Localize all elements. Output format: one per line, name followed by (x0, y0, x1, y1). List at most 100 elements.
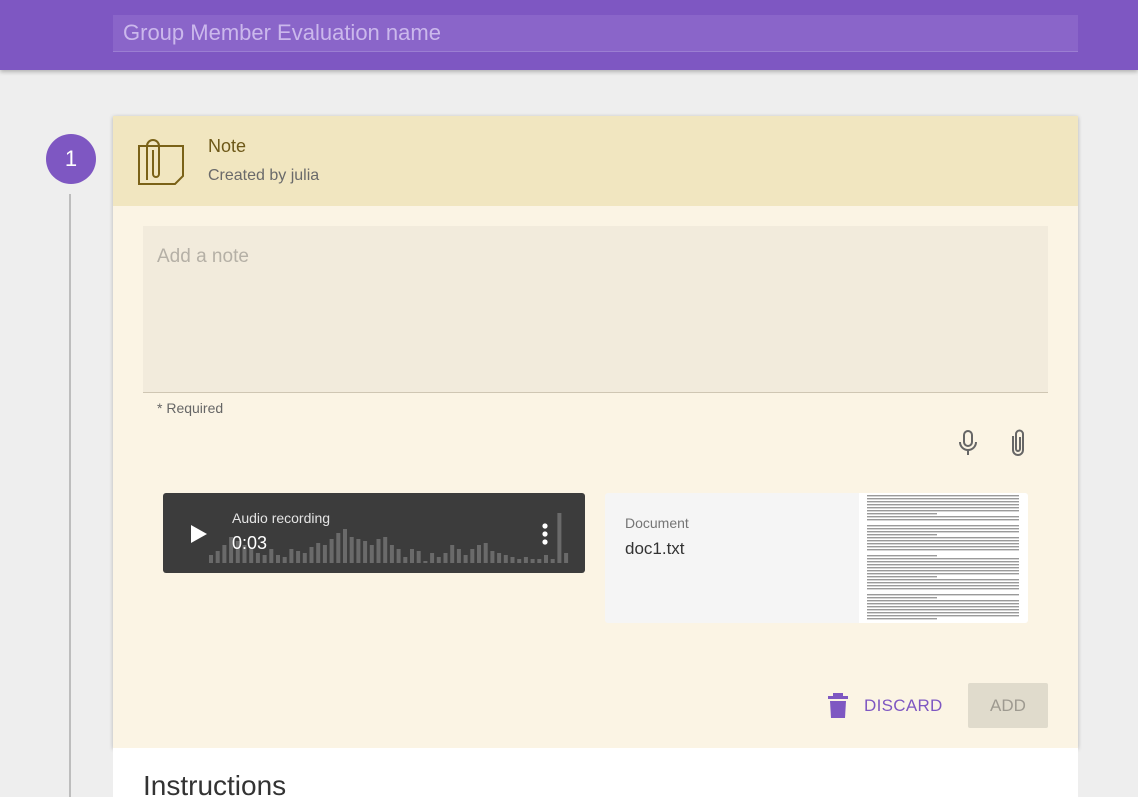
waveform-bar (396, 549, 401, 563)
waveform-bar (423, 561, 428, 563)
app-header (0, 0, 1138, 70)
waveform-bar (403, 557, 408, 563)
audio-title: Audio recording (232, 510, 331, 526)
microphone-icon (959, 430, 977, 455)
waveform-bar (276, 555, 280, 563)
document-text-line (867, 555, 937, 557)
document-text-line (867, 540, 1019, 542)
step-number-badge: 1 (46, 134, 96, 184)
waveform-bar (443, 553, 448, 563)
waveform-bar (503, 555, 508, 563)
evaluation-name-input[interactable] (113, 15, 1078, 52)
document-label: Document (625, 515, 689, 531)
more-vert-icon[interactable] (535, 521, 555, 547)
waveform-bar (537, 559, 542, 563)
document-text-line (867, 612, 1019, 614)
waveform-bar (322, 545, 327, 563)
document-text-line (867, 567, 1019, 569)
waveform-bar (436, 557, 441, 563)
note-textarea[interactable] (143, 226, 1048, 393)
document-text-line (867, 537, 1019, 539)
attach-file-button[interactable] (1001, 426, 1035, 460)
waveform-bar (510, 557, 515, 563)
waveform-bar (343, 529, 347, 563)
instructions-heading: Instructions (143, 770, 287, 797)
paperclip-icon (1012, 429, 1024, 456)
audio-recording-attachment: Audio recording 0:03 (163, 493, 585, 573)
waveform-bar (282, 557, 287, 563)
document-text-line (867, 573, 1019, 575)
play-icon[interactable] (183, 519, 213, 549)
waveform-bar (356, 539, 361, 563)
instructions-card: Instructions (113, 748, 1078, 797)
discard-button[interactable]: DISCARD (826, 686, 943, 726)
waveform-bar (550, 559, 555, 563)
document-text-line (867, 507, 1019, 509)
waveform-bar (416, 551, 421, 563)
document-text-line (867, 594, 1019, 596)
waveform-bar (215, 551, 220, 563)
document-text-line (867, 576, 937, 578)
document-attachment[interactable]: Document doc1.txt (605, 493, 1028, 623)
waveform-bar (255, 553, 260, 563)
document-text-line (867, 609, 1019, 611)
document-text-line (867, 561, 1019, 563)
document-text-line (867, 588, 1019, 590)
waveform-bar (483, 543, 488, 563)
waveform-bar (262, 555, 267, 563)
waveform-bar (349, 537, 354, 563)
document-thumbnail (859, 493, 1028, 623)
waveform-bar (289, 549, 294, 563)
add-button[interactable]: ADD (968, 683, 1048, 728)
waveform-bar (302, 553, 307, 563)
document-text-line (867, 579, 1019, 581)
document-text-line (867, 570, 1019, 572)
waveform-bar (456, 549, 461, 563)
document-text-line (867, 501, 1019, 503)
document-text-line (867, 534, 937, 536)
waveform-bar (517, 559, 522, 563)
waveform-bar (557, 513, 562, 563)
waveform-bar (497, 553, 502, 563)
document-text-line (867, 564, 1019, 566)
document-text-line (867, 504, 1019, 506)
document-text-line (867, 603, 1019, 605)
document-text-line (867, 549, 1019, 551)
document-text-line (867, 495, 1019, 497)
waveform-bar (530, 559, 535, 563)
document-text-line (867, 528, 1019, 530)
waveform-bar (389, 545, 394, 563)
required-hint: * Required (157, 400, 224, 416)
waveform-bar (222, 545, 227, 563)
document-text-line (867, 606, 1019, 608)
waveform-bar (209, 555, 213, 563)
document-text-line (867, 525, 1019, 527)
document-text-line (867, 543, 1019, 545)
document-text-line (867, 558, 1019, 560)
trash-icon (828, 693, 848, 718)
record-audio-button[interactable] (951, 426, 985, 460)
document-text-line (867, 510, 1019, 512)
note-title: Note (208, 136, 247, 156)
waveform-bar (490, 551, 495, 563)
note-card-header: Note Created by julia (113, 116, 1078, 206)
document-text-line (867, 585, 1019, 587)
document-text-line (867, 600, 1019, 602)
waveform-bar (523, 557, 528, 563)
document-text-line (867, 516, 1019, 518)
waveform-bar (363, 541, 368, 563)
audio-duration: 0:03 (232, 533, 268, 553)
waveform-bar (269, 549, 274, 563)
note-creator: Created by julia (208, 167, 320, 184)
step-connector-line (69, 194, 71, 797)
waveform-bar (336, 533, 341, 563)
waveform-bar (463, 555, 468, 563)
note-card: Note Created by julia * Required Audio r… (113, 116, 1078, 748)
document-text-line (867, 519, 1019, 521)
document-text-line (867, 546, 1019, 548)
waveform-bar (383, 537, 388, 563)
waveform-bar (329, 539, 334, 563)
document-text-line (867, 531, 1019, 533)
document-text-line (867, 597, 937, 599)
waveform-bar (369, 545, 374, 563)
